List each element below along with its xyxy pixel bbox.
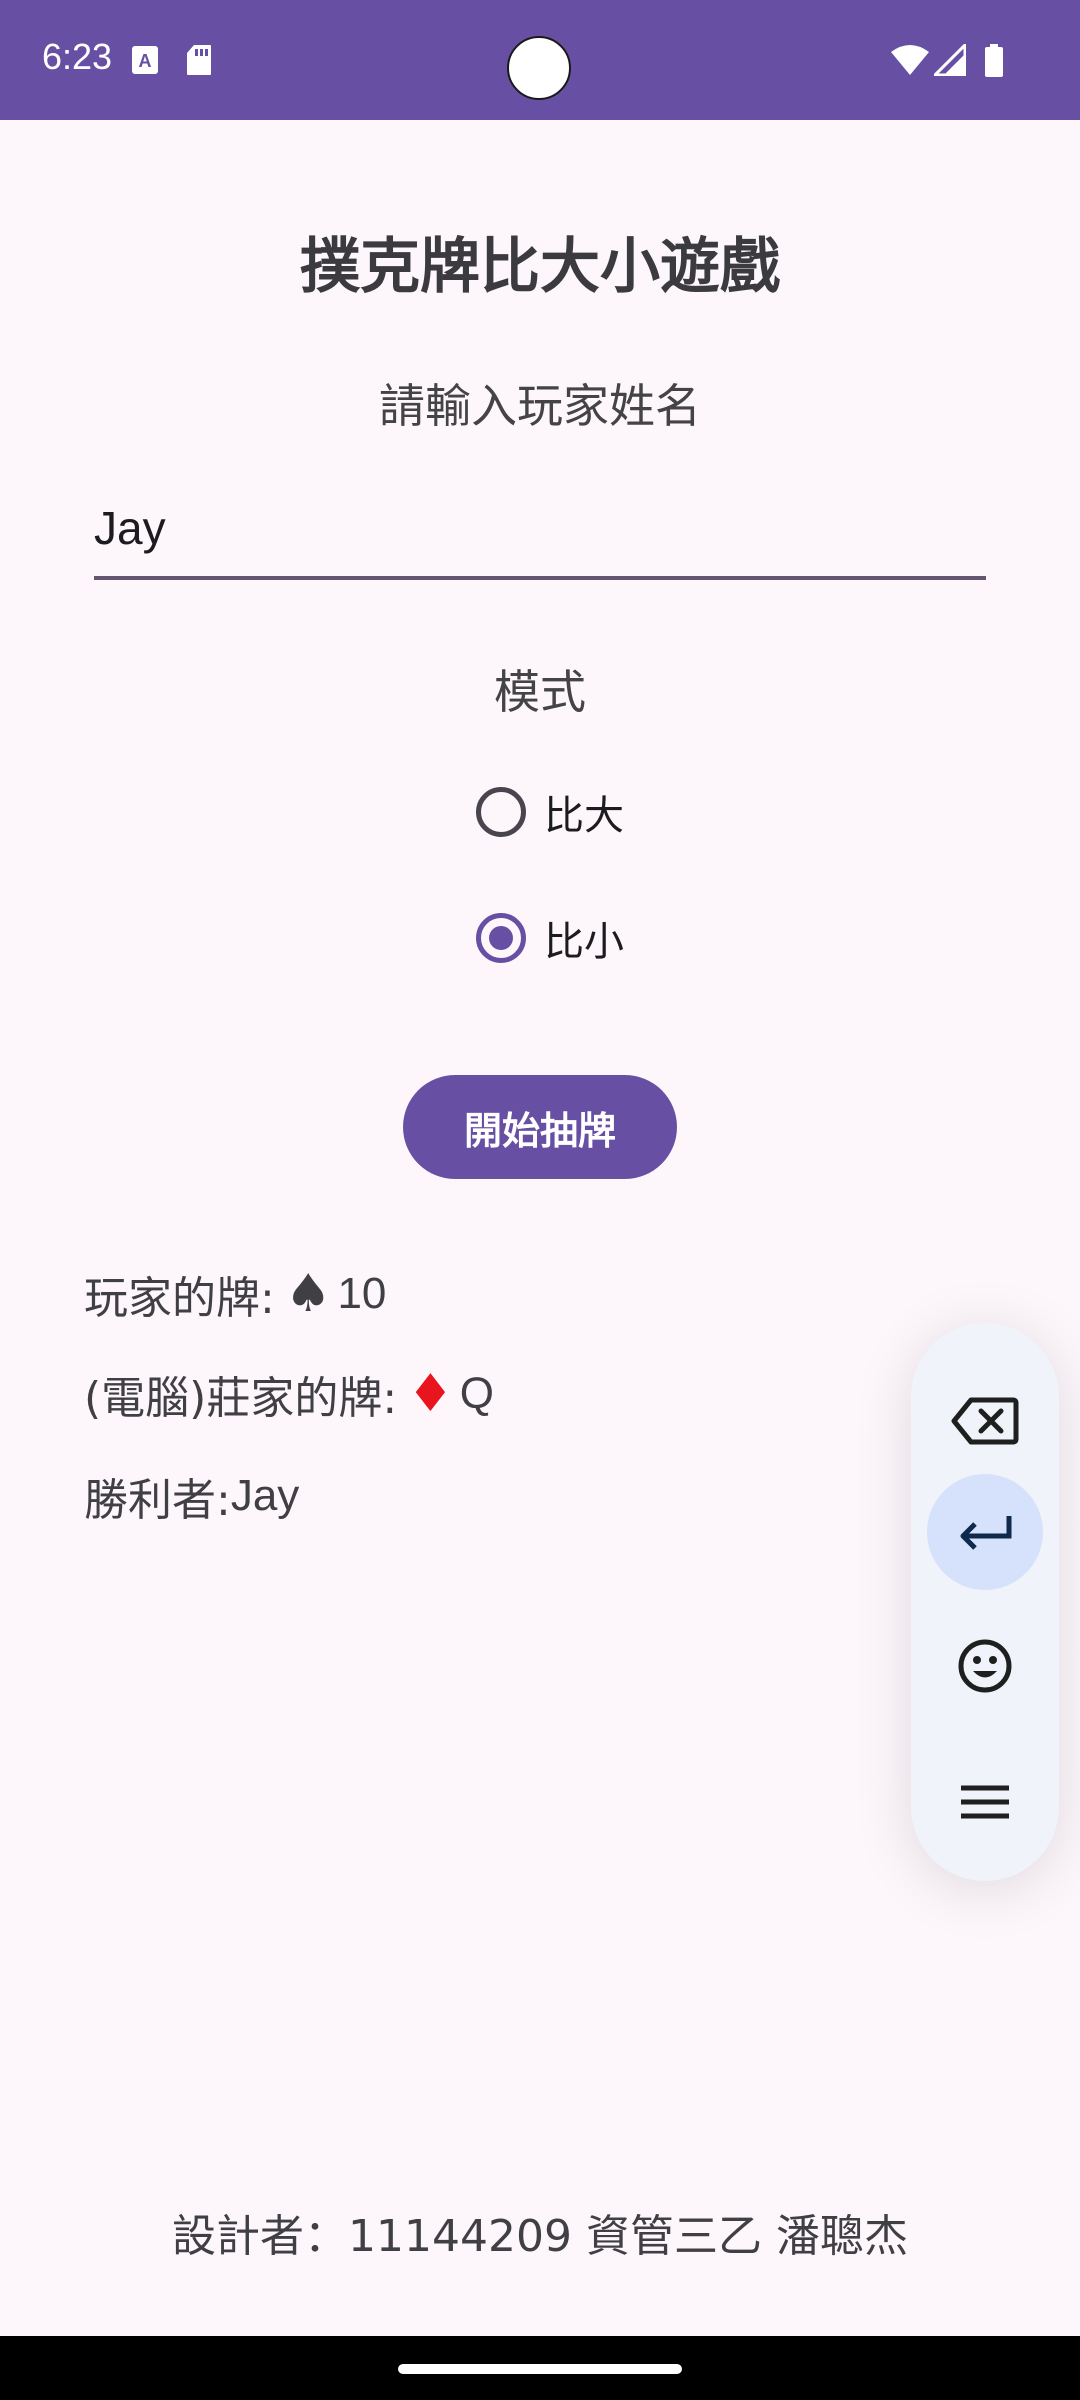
home-gesture-handle[interactable] [398, 2364, 682, 2374]
player-card-value: 10 [337, 1269, 387, 1318]
dealer-card-result: (電腦)莊家的牌: ♦ Q [84, 1362, 494, 1426]
spade-icon: ♠ [284, 1264, 332, 1324]
battery-icon [985, 44, 1003, 77]
keyboard-menu-button[interactable] [927, 1744, 1043, 1860]
winner-value: Jay [230, 1471, 300, 1520]
mode-option-smaller[interactable]: 比小 [476, 908, 624, 968]
player-card-label: 玩家的牌: [84, 1273, 275, 1324]
menu-icon [961, 1785, 1009, 1819]
mode-option-bigger[interactable]: 比大 [476, 782, 624, 842]
signal-icon [934, 44, 966, 76]
wifi-icon [891, 45, 929, 75]
backspace-icon [951, 1397, 1019, 1445]
svg-text:A: A [139, 51, 152, 71]
keyboard-floating-toolbar [911, 1323, 1059, 1881]
mode-option-label: 比小 [544, 919, 624, 965]
backspace-button[interactable] [927, 1363, 1043, 1479]
designer-footer: 設計者：11144209 資管三乙 潘聰杰 [172, 2211, 908, 2262]
status-time: 6:23 [42, 36, 113, 77]
name-prompt-label: 請輸入玩家姓名 [379, 379, 701, 433]
radio-button-checked[interactable] [476, 913, 526, 963]
mode-option-label: 比大 [544, 793, 624, 839]
player-name-input[interactable] [94, 490, 986, 580]
camera-cutout [507, 36, 571, 100]
emoji-button[interactable] [927, 1608, 1043, 1724]
mode-label: 模式 [494, 665, 586, 719]
status-bar: 6:23 A [0, 0, 1080, 120]
emoji-icon [958, 1639, 1012, 1693]
page-title: 撲克牌比大小遊戲 [300, 232, 780, 302]
dealer-card-label: (電腦)莊家的牌: [84, 1373, 398, 1424]
dealer-card-value: Q [459, 1369, 495, 1418]
enter-icon [960, 1516, 1012, 1550]
player-card-result: 玩家的牌: ♠ 10 [84, 1262, 386, 1326]
winner-result: 勝利者: Jay [84, 1464, 299, 1528]
enter-button[interactable] [927, 1474, 1043, 1590]
radio-button-unchecked[interactable] [476, 787, 526, 837]
winner-label: 勝利者: [84, 1475, 231, 1526]
sd-card-icon [187, 45, 211, 75]
diamond-icon: ♦ [407, 1364, 454, 1424]
keyboard-a-icon: A [132, 46, 158, 74]
start-draw-button[interactable]: 開始抽牌 [403, 1075, 677, 1179]
